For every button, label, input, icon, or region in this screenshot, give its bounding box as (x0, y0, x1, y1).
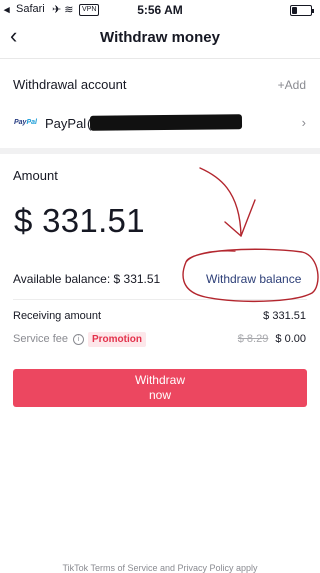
status-time: 5:56 AM (137, 3, 183, 17)
paypal-account-row[interactable]: PayPal PayPal ( › (0, 108, 320, 140)
header-divider (0, 58, 320, 59)
status-bar: ◂ Safari ✈ ≋ VPN 5:56 AM (0, 0, 320, 20)
annotation-arrow-shaft (199, 167, 242, 237)
battery-icon (290, 5, 314, 16)
receiving-amount-value: $ 331.51 (263, 310, 306, 322)
final-fee: $ 0.00 (275, 333, 306, 345)
promotion-badge: Promotion (88, 332, 146, 347)
withdraw-now-button[interactable]: Withdraw now (13, 369, 307, 407)
service-fee-values: $ 8.29 $ 0.00 (238, 333, 306, 345)
withdrawal-account-label: Withdrawal account (13, 77, 127, 92)
chevron-right-icon: › (301, 115, 306, 130)
annotation-arrow-head (224, 199, 256, 237)
receiving-amount-label: Receiving amount (13, 310, 102, 322)
info-icon[interactable]: i (73, 333, 85, 345)
terms-footer[interactable]: TikTok Terms of Service and Privacy Poli… (0, 563, 320, 573)
page-title: Withdraw money (100, 29, 220, 46)
balance-divider (13, 299, 307, 300)
service-fee-label: Service fee (13, 333, 69, 345)
withdraw-balance-link[interactable]: Withdraw balance (206, 272, 301, 286)
section-divider (0, 148, 320, 154)
service-fee-row: Service fee i (13, 333, 85, 345)
payment-method-name: PayPal (45, 116, 87, 131)
withdraw-now-label: Withdraw now (134, 373, 185, 402)
add-account-button[interactable]: +Add (278, 78, 306, 92)
paypal-logo-icon: PayPal (14, 119, 37, 126)
original-fee: $ 8.29 (237, 333, 269, 345)
available-balance: Available balance: $ 331.51 (13, 272, 161, 286)
redacted-account-number (89, 114, 243, 131)
nav-bar: ‹ Withdraw money (0, 20, 320, 59)
amount-label: Amount (13, 168, 58, 183)
amount-value[interactable]: $ 331.51 (14, 202, 145, 240)
